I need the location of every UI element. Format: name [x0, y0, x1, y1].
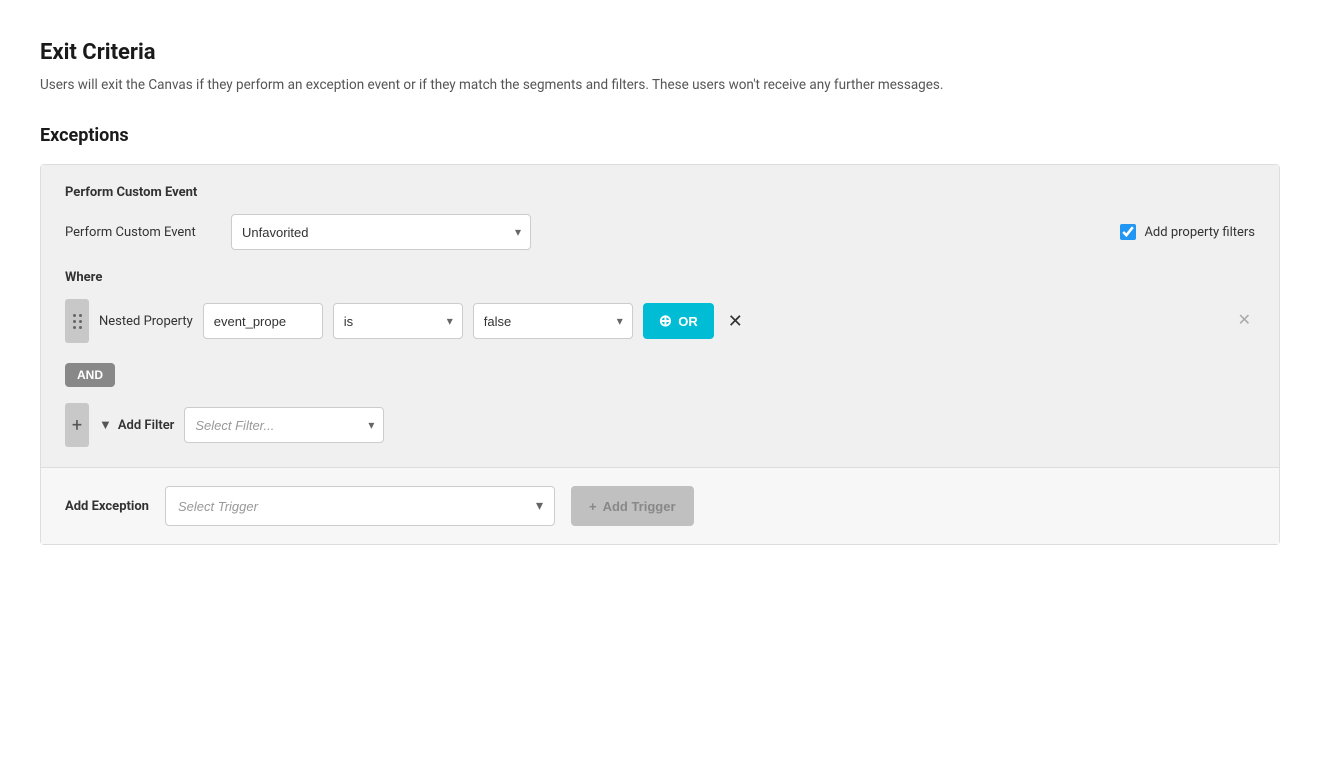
event-prop-input[interactable] [203, 303, 323, 339]
row-remove-button[interactable]: ✕ [1234, 313, 1255, 329]
add-trigger-plus-icon: + [589, 499, 597, 514]
add-filter-row: + ▼ Add Filter Select Filter... [65, 403, 1255, 447]
exceptions-section-title: Exceptions [40, 125, 1280, 146]
perform-event-label: Perform Custom Event [65, 225, 215, 240]
select-filter-dropdown[interactable]: Select Filter... [184, 407, 384, 443]
exception-block: Perform Custom Event Perform Custom Even… [41, 165, 1279, 468]
add-filter-text: Add Filter [118, 418, 175, 433]
add-filter-label: ▼ Add Filter [99, 417, 174, 433]
and-button-label: AND [77, 368, 103, 382]
nested-property-label: Nested Property [99, 314, 193, 329]
and-button[interactable]: AND [65, 363, 115, 387]
event-select[interactable]: Unfavorited [231, 214, 531, 250]
add-trigger-button[interactable]: + Add Trigger [571, 486, 694, 526]
add-exception-row: Add Exception Select Trigger + Add Trigg… [41, 468, 1279, 544]
add-trigger-label: Add Trigger [603, 499, 676, 514]
or-plus-icon: ⊕ [659, 311, 672, 331]
add-filter-plus-box[interactable]: + [65, 403, 89, 447]
filter-content-row: Nested Property is false [99, 303, 1220, 339]
or-button-label: OR [678, 314, 698, 329]
exception-header-label: Perform Custom Event [65, 185, 1255, 200]
add-property-filters-label: Add property filters [1144, 225, 1255, 240]
add-property-filters-checkbox[interactable] [1120, 224, 1136, 240]
is-select[interactable]: is [333, 303, 463, 339]
select-trigger-dropdown[interactable]: Select Trigger [165, 486, 555, 526]
perform-event-row: Perform Custom Event Unfavorited Add pro… [65, 214, 1255, 250]
filter-row: Nested Property is false [65, 299, 1255, 343]
drag-handle[interactable] [65, 299, 89, 343]
filter-icon: ▼ [99, 417, 112, 433]
event-select-wrapper[interactable]: Unfavorited [231, 214, 531, 250]
select-filter-wrapper[interactable]: Select Filter... [184, 407, 384, 443]
or-button[interactable]: ⊕ OR [643, 303, 714, 339]
page-description: Users will exit the Canvas if they perfo… [40, 75, 1240, 95]
where-section: Where Nested Propert [65, 270, 1255, 447]
page-title: Exit Criteria [40, 40, 1280, 65]
is-select-wrapper[interactable]: is [333, 303, 463, 339]
false-select[interactable]: false [473, 303, 633, 339]
exceptions-container: Perform Custom Event Perform Custom Even… [40, 164, 1280, 545]
add-exception-label: Add Exception [65, 499, 149, 514]
select-trigger-wrapper[interactable]: Select Trigger [165, 486, 555, 526]
where-label: Where [65, 270, 1255, 285]
false-select-wrapper[interactable]: false [473, 303, 633, 339]
property-filters-row: Add property filters [1120, 224, 1255, 240]
filter-remove-button[interactable]: ✕ [724, 312, 747, 330]
